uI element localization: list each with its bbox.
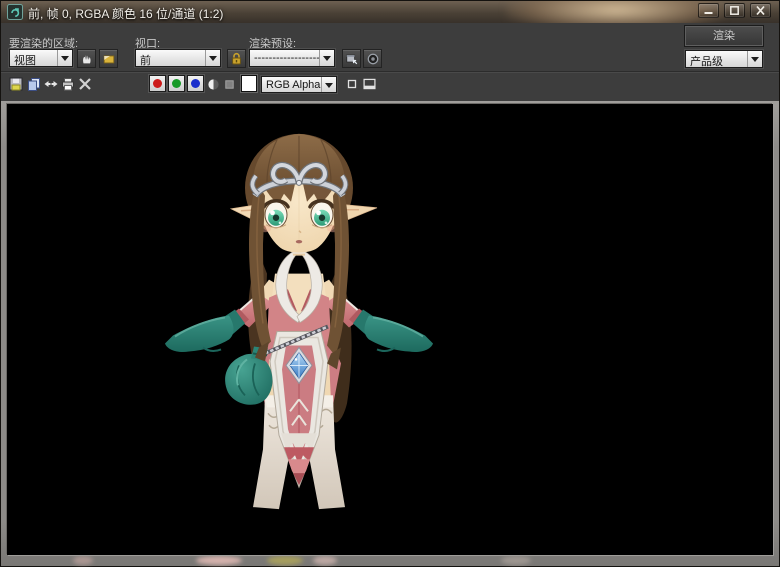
glass-smudge xyxy=(313,556,337,565)
glass-smudge xyxy=(196,556,242,565)
red-channel-button[interactable] xyxy=(149,75,166,92)
dropdown-arrow-icon xyxy=(319,50,334,66)
save-preset-button[interactable] xyxy=(342,49,361,68)
toggle-overlays-button[interactable] xyxy=(344,76,359,92)
edit-region-button[interactable] xyxy=(77,49,96,68)
half-circle-icon xyxy=(207,78,220,91)
glass-smudge xyxy=(501,556,531,565)
gray-square-icon xyxy=(223,78,236,91)
preset-dropdown[interactable]: -------------------- xyxy=(249,49,335,67)
glass-smudge xyxy=(267,556,303,565)
green-channel-button[interactable] xyxy=(168,75,185,92)
maximize-icon xyxy=(728,5,741,16)
region-value: 视图 xyxy=(10,50,57,66)
aero-glass-blur xyxy=(506,1,726,23)
dropdown-arrow-icon xyxy=(321,77,336,92)
hand-icon xyxy=(80,52,94,66)
quality-dropdown[interactable]: 产品级 xyxy=(685,50,763,68)
padlock-icon xyxy=(230,52,243,66)
toolbar: 要渲染的区域: 视口: 渲染预设: 视图 前 ---- xyxy=(1,23,779,101)
window-controls xyxy=(698,3,771,18)
large-frame-icon xyxy=(362,77,377,91)
dropdown-arrow-icon xyxy=(205,50,220,66)
environment-button[interactable] xyxy=(363,49,382,68)
viewport-dropdown[interactable]: 前 xyxy=(135,49,221,67)
minimize-button[interactable] xyxy=(698,3,719,18)
channel-display-dropdown[interactable]: RGB Alpha xyxy=(261,76,337,93)
clear-button[interactable] xyxy=(77,76,93,92)
maximize-button[interactable] xyxy=(724,3,745,18)
auto-region-button[interactable] xyxy=(99,49,118,68)
blue-channel-button[interactable] xyxy=(187,75,204,92)
yellow-region-icon xyxy=(102,52,116,66)
render-button[interactable]: 渲染 xyxy=(685,26,763,46)
rendered-frame-window: 前, 帧 0, RGBA 颜色 16 位/通道 (1:2) 要渲染的区域: 视口… xyxy=(0,0,780,567)
titlebar[interactable]: 前, 帧 0, RGBA 颜色 16 位/通道 (1:2) xyxy=(1,1,779,23)
small-frame-icon xyxy=(345,77,359,91)
preset-value: -------------------- xyxy=(250,50,319,66)
canvas-frame xyxy=(1,101,779,566)
close-icon xyxy=(754,5,767,16)
green-dot-icon xyxy=(172,79,181,88)
clone-window-button[interactable] xyxy=(43,76,59,92)
sphere-icon xyxy=(366,52,380,66)
copy-image-button[interactable] xyxy=(26,76,42,92)
panel-arrow-icon xyxy=(345,52,359,66)
toolbar-divider xyxy=(1,71,779,73)
character-render xyxy=(7,104,773,555)
red-dot-icon xyxy=(153,79,162,88)
render-canvas[interactable] xyxy=(7,104,773,555)
save-image-button[interactable] xyxy=(8,76,24,92)
minimize-icon xyxy=(702,5,715,16)
channel-display-value: RGB Alpha xyxy=(262,77,321,92)
background-color-swatch[interactable] xyxy=(241,75,257,92)
blue-dot-icon xyxy=(191,79,200,88)
quality-value: 产品级 xyxy=(686,51,747,67)
viewport-lock-button[interactable] xyxy=(227,49,246,68)
viewport-value: 前 xyxy=(136,50,205,66)
glass-smudge xyxy=(73,556,93,565)
window-title: 前, 帧 0, RGBA 颜色 16 位/通道 (1:2) xyxy=(28,5,223,22)
toggle-ui-button[interactable] xyxy=(362,76,377,92)
close-button[interactable] xyxy=(750,3,771,18)
dropdown-arrow-icon xyxy=(747,51,762,67)
print-image-button[interactable] xyxy=(60,76,76,92)
region-dropdown[interactable]: 视图 xyxy=(9,49,73,67)
monochrome-button[interactable] xyxy=(206,76,221,92)
alpha-channel-button[interactable] xyxy=(222,76,237,92)
dropdown-arrow-icon xyxy=(57,50,72,66)
app-window-icon xyxy=(7,4,23,20)
